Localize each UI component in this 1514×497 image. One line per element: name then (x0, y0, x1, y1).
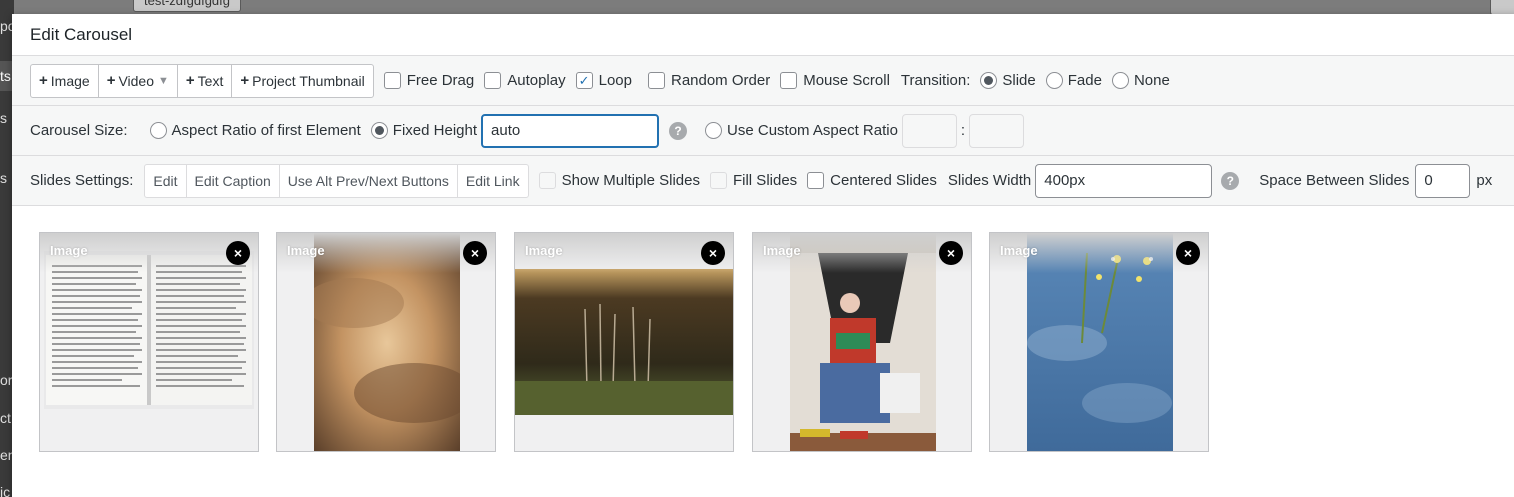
plus-icon: + (240, 72, 250, 89)
centered-slides-checkbox[interactable]: Centered Slides (807, 172, 937, 189)
radio-dot[interactable] (1111, 72, 1129, 89)
transition-slide-radio[interactable]: Slide (980, 72, 1036, 89)
carousel-size-row: Carousel Size: Aspect Ratio of first Ele… (12, 106, 1514, 156)
add-project-thumbnail-label: Project Thumbnail (252, 72, 365, 89)
checkmark-icon[interactable]: ✓ (575, 72, 593, 89)
add-buttons-group: + Image + Video ▼ + Text + Project Thumbnail (30, 63, 374, 98)
transition-none-label: None (1133, 72, 1170, 89)
fixed-height-label: Fixed Height (392, 122, 478, 139)
random-order-label: Random Order (670, 72, 771, 89)
space-between-input[interactable] (1415, 163, 1471, 198)
add-content-toolbar: + Image + Video ▼ + Text + Project Thumbnail … (12, 56, 1514, 106)
slides-width-label: Slides Width (947, 172, 1032, 189)
loop-checkbox[interactable]: ✓ Loop (575, 72, 632, 89)
edit-caption-button[interactable]: Edit Caption (187, 164, 280, 197)
free-drag-checkbox[interactable]: Free Drag (383, 72, 475, 89)
book-spread-image (44, 251, 254, 409)
radio-dot[interactable] (149, 122, 167, 139)
edit-carousel-modal: Edit Carousel + Image + Video ▼ + Text + Proj… (12, 14, 1514, 497)
aspect-ratio-first-radio[interactable]: Aspect Ratio of first Element (149, 122, 361, 139)
close-icon[interactable]: × (226, 241, 250, 265)
edit-button[interactable]: Edit (145, 164, 187, 197)
transition-label: Transition: (900, 72, 971, 89)
slides-settings-row: Slides Settings: Edit Edit Caption Use A… (12, 156, 1514, 206)
transition-slide-label: Slide (1002, 72, 1036, 89)
plus-icon: + (39, 72, 48, 89)
custom-aspect-ratio-label: Use Custom Aspect Ratio (727, 122, 898, 139)
checkbox-box[interactable] (807, 172, 825, 189)
slides-width-input[interactable] (1035, 163, 1213, 198)
mouse-scroll-checkbox[interactable]: Mouse Scroll (780, 72, 890, 89)
add-text-label: Text (197, 72, 224, 89)
space-between-label: Space Between Slides (1259, 172, 1410, 189)
modal-title: Edit Carousel (30, 24, 133, 44)
loop-label: Loop (598, 72, 632, 89)
fixed-height-radio[interactable]: Fixed Height (370, 122, 478, 139)
radio-dot[interactable] (980, 72, 998, 89)
radio-dot[interactable] (1045, 72, 1063, 89)
slide-item[interactable]: Image × (514, 232, 734, 452)
slide-item[interactable]: Image × (276, 232, 496, 452)
slides-settings-label: Slides Settings: (30, 172, 134, 189)
forest-field-image (515, 269, 733, 415)
checkbox-box[interactable] (538, 172, 556, 189)
radio-dot[interactable] (705, 122, 723, 139)
fill-slides-checkbox[interactable]: Fill Slides (709, 172, 798, 189)
carousel-size-label: Carousel Size: (30, 122, 128, 139)
slide-type-label: Image (763, 243, 801, 258)
help-icon[interactable]: ? (1221, 171, 1240, 190)
slide-type-label: Image (50, 243, 88, 258)
mouse-scroll-label: Mouse Scroll (803, 72, 890, 89)
add-video-label: Video (118, 72, 155, 89)
autoplay-checkbox[interactable]: Autoplay (484, 72, 566, 89)
slide-item[interactable]: Image × (752, 232, 972, 452)
transition-fade-label: Fade (1067, 72, 1102, 89)
close-icon[interactable]: × (1176, 241, 1200, 265)
modal-header: Edit Carousel (12, 14, 1514, 56)
radio-dot[interactable] (370, 122, 388, 139)
edit-link-button[interactable]: Edit Link (458, 165, 528, 197)
checkbox-box[interactable] (780, 72, 798, 89)
alt-prev-next-button[interactable]: Use Alt Prev/Next Buttons (280, 164, 458, 197)
free-drag-label: Free Drag (406, 72, 475, 89)
close-icon[interactable]: × (463, 241, 487, 265)
add-project-thumbnail-button[interactable]: + Project Thumbnail (232, 65, 372, 97)
checkbox-box[interactable] (484, 72, 502, 89)
transition-fade-radio[interactable]: Fade (1045, 72, 1102, 89)
slide-item[interactable]: Image × (989, 232, 1209, 452)
close-icon[interactable]: × (701, 241, 725, 265)
checkbox-box[interactable] (647, 72, 665, 89)
ratio-separator: : (960, 122, 966, 139)
ratio-width-input[interactable] (901, 113, 957, 148)
add-image-button[interactable]: + Image (31, 64, 99, 97)
slide-type-label: Image (1000, 243, 1038, 258)
fixed-height-input[interactable] (481, 113, 660, 148)
transition-none-radio[interactable]: None (1111, 72, 1170, 89)
ratio-height-input[interactable] (969, 113, 1025, 148)
plus-icon: + (185, 72, 195, 89)
show-multiple-slides-label: Show Multiple Slides (561, 172, 700, 189)
help-icon[interactable]: ? (669, 121, 688, 140)
slides-settings-buttons: Edit Edit Caption Use Alt Prev/Next Butt… (144, 163, 529, 198)
fill-slides-label: Fill Slides (732, 172, 798, 189)
random-order-checkbox[interactable]: Random Order (647, 72, 771, 89)
custom-aspect-ratio-radio[interactable]: Use Custom Aspect Ratio (705, 122, 898, 139)
slide-item[interactable]: Image × (39, 232, 259, 452)
caret-down-icon: ▼ (158, 74, 169, 87)
autoplay-label: Autoplay (507, 72, 566, 89)
centered-slides-label: Centered Slides (830, 172, 937, 189)
add-video-button[interactable]: + Video ▼ (99, 64, 178, 97)
add-text-button[interactable]: + Text (178, 64, 233, 97)
space-unit-label: px (1476, 172, 1493, 189)
checkbox-box[interactable] (709, 172, 727, 189)
add-image-label: Image (50, 72, 90, 89)
show-multiple-slides-checkbox[interactable]: Show Multiple Slides (538, 172, 700, 189)
slide-type-label: Image (525, 243, 563, 258)
checkbox-box[interactable] (383, 72, 401, 89)
background-project-button: test-zdfgdfgdfg (133, 0, 241, 12)
close-icon[interactable]: × (939, 241, 963, 265)
slide-type-label: Image (287, 243, 325, 258)
plus-icon: + (106, 72, 116, 89)
aspect-ratio-first-label: Aspect Ratio of first Element (171, 122, 361, 139)
